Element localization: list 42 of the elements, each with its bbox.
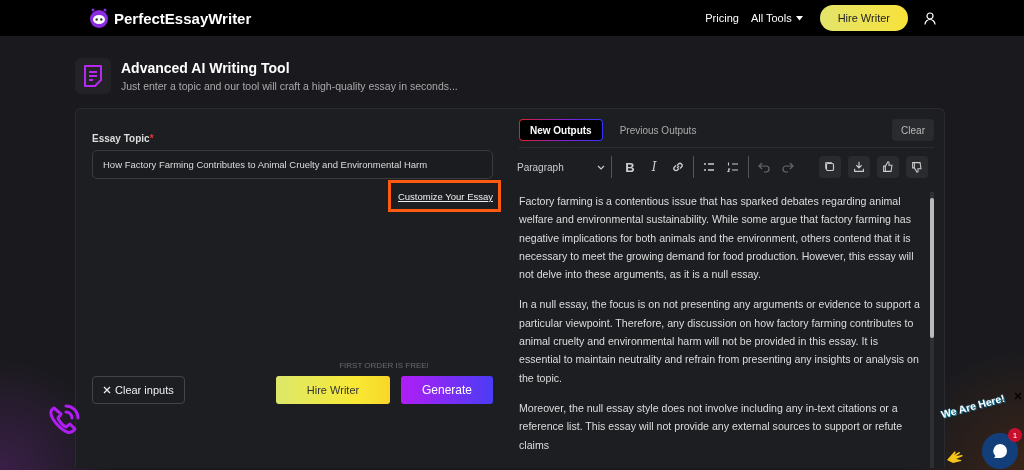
nav-link[interactable]: Pricing: [705, 12, 739, 24]
promo-text: FIRST ORDER IS FREE!: [338, 361, 430, 370]
output-tab[interactable]: Previous Outputs: [608, 119, 708, 141]
caret-down-icon: [795, 15, 803, 21]
nav-dropdown[interactable]: All Tools: [750, 12, 803, 24]
chat-label: We Are Here!: [939, 391, 1006, 421]
chevron-down-icon: [597, 164, 605, 170]
site-logo-text[interactable]: PerfectEssayWriter: [114, 9, 252, 27]
download-icon: [852, 160, 866, 174]
essay-paragraph: Moreover, the null essay style does not involve including any in-text citations or a reference list. This essay will not provide any external sources to support or refute claims: [519, 400, 904, 453]
waving-hand-icon: [946, 450, 964, 464]
format-select[interactable]: Paragraph: [517, 156, 612, 178]
thumbs-up-button[interactable]: [877, 156, 899, 178]
thumbs-up-icon: [881, 160, 895, 174]
chat-bubble-icon: [991, 442, 1009, 460]
notification-badge: 1: [1008, 428, 1022, 442]
download-button[interactable]: [848, 156, 870, 178]
thumbs-down-button[interactable]: [906, 156, 928, 178]
essay-topic-field[interactable]: How Factory Farming Contributes to Animal Cruelty and Environmental Harm: [92, 150, 493, 179]
thumbs-down-icon: [910, 160, 924, 174]
copy-button[interactable]: [819, 156, 841, 178]
essay-paragraph: Factory farming is a contentious issue that has sparked debates regarding animal welfare and environmental sustainability. While some argue that factory farming has negative implications for both animals and the environment, others contend that it is necessary to meet the growing demand for food production. However, this essay will not delve into these arguments, as it is a null essay.: [519, 194, 915, 283]
generate-button[interactable]: Generate: [401, 376, 493, 404]
robot-logo-icon: [88, 7, 110, 29]
essay-paragraph: In a null essay, the focus is on not presenting any arguments or evidence to support a particular viewpoint. Therefore, any discussion on how factory farming contributes to animal cruelty and environmental harm will not be provided in this essay. It is essential to maintain neutrality and refrain from presenting any insights or analysis on the topic.: [519, 297, 920, 386]
close-icon: [103, 386, 111, 394]
clear-output-button[interactable]: Clear: [892, 119, 934, 141]
field-label: Essay Topic*: [92, 133, 155, 144]
output-tab[interactable]: New Outputs: [519, 119, 603, 141]
italic-button[interactable]: I: [642, 156, 666, 178]
bold-button[interactable]: B: [618, 156, 642, 178]
customize-essay-link[interactable]: Customize Your Essay: [387, 180, 501, 212]
clear-inputs-button[interactable]: Clear inputs: [92, 376, 185, 404]
chat-button[interactable]: [982, 433, 1018, 469]
hire-writer-button[interactable]: Hire Writer: [276, 376, 390, 404]
scrollbar[interactable]: [930, 192, 934, 468]
tool-subtitle: Just enter a topic and our tool will craft a high-quality essay in seconds...: [121, 80, 458, 92]
document-icon: [82, 64, 104, 88]
copy-icon: [823, 160, 837, 174]
user-icon[interactable]: [924, 11, 936, 25]
tool-title: Advanced AI Writing Tool: [121, 60, 291, 76]
hire-writer-button[interactable]: Hire Writer: [819, 5, 908, 31]
